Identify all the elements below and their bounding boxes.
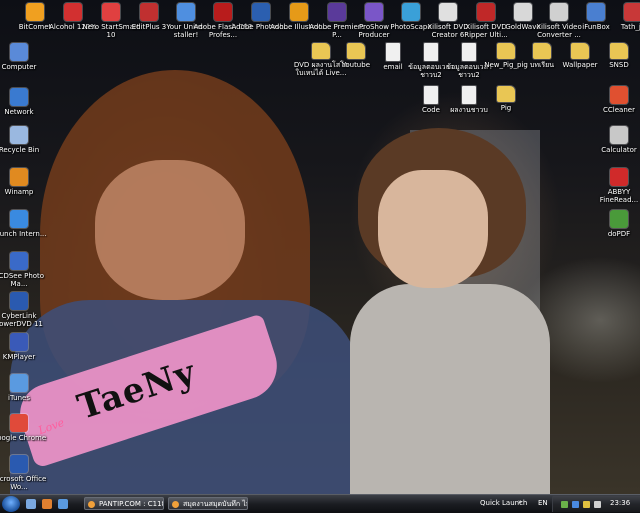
language-indicator[interactable]: EN — [538, 499, 548, 507]
desktop-icon-label: iTunes — [8, 394, 30, 402]
quick-launch-icon[interactable] — [26, 499, 36, 509]
document-icon — [386, 43, 400, 61]
desktop-icon-label: Pig — [500, 104, 512, 112]
desktop-icon[interactable]: SNSD — [588, 43, 640, 69]
desktop-icon-label: Tath_ja — [620, 23, 640, 31]
wallpaper-figure-right-face — [378, 170, 488, 288]
desktop-icon-label: ABBYY FineRead... — [599, 188, 639, 204]
desktop-icon[interactable]: Winamp — [0, 168, 50, 196]
internet-explorer-icon — [10, 210, 28, 228]
tray-icon[interactable] — [594, 501, 601, 508]
tray-icon[interactable] — [561, 501, 568, 508]
desktop-icon-label: Recycle Bin — [0, 146, 40, 154]
desktop-icon-label: Network — [4, 108, 34, 116]
tray-icon[interactable] — [572, 501, 579, 508]
start-button[interactable] — [2, 496, 20, 512]
word-icon — [10, 455, 28, 473]
powerdvd-icon — [10, 292, 28, 310]
desktop-icon-label: Google Chrome — [0, 434, 47, 442]
folder-icon — [571, 43, 589, 59]
taskbar-button[interactable]: สมุดงานสมุดบันทึก ไม่มี... — [168, 497, 248, 510]
wallpaper-figure-left-face — [95, 160, 245, 300]
itunes-icon — [10, 374, 28, 392]
desktop-icon[interactable]: ACDSee Photo Ma... — [0, 252, 50, 288]
desktop-icon[interactable]: iTunes — [0, 374, 50, 402]
folder-icon — [497, 86, 515, 102]
acdsee-icon — [10, 252, 28, 270]
desktop-icon[interactable]: Calculator — [588, 126, 640, 154]
desktop-icon-label: CCleaner — [603, 106, 635, 114]
desktop-icon[interactable]: doPDF — [588, 210, 640, 238]
desktop-icon-label: Calculator — [601, 146, 637, 154]
computer-icon — [10, 43, 28, 61]
desktop-icon-label: KMPlayer — [2, 353, 36, 361]
desktop-icon-label: Launch Intern... — [0, 230, 47, 238]
desktop-icon-label: Winamp — [4, 188, 34, 196]
quick-launch-icon[interactable] — [42, 499, 52, 509]
tray-icon[interactable] — [583, 501, 590, 508]
tath-ja-icon — [624, 3, 640, 21]
winamp-icon — [10, 168, 28, 186]
dopdf-icon — [610, 210, 628, 228]
desktop-icon[interactable]: Launch Intern... — [0, 210, 50, 238]
desktop-icon-label: ACDSee Photo Ma... — [0, 272, 45, 288]
desktop-icon[interactable]: Network — [0, 88, 50, 116]
desktop-icon-label: doPDF — [607, 230, 631, 238]
desktop-icon[interactable]: Recycle Bin — [0, 126, 50, 154]
desktop-icon-label: SNSD — [609, 61, 629, 69]
desktop-icon[interactable]: CCleaner — [588, 86, 640, 114]
desktop-icon[interactable]: Computer — [0, 43, 50, 71]
recycle-bin-icon — [10, 126, 28, 144]
firefox-icon — [88, 501, 95, 508]
desktop-icon[interactable]: CyberLink PowerDVD 11 — [0, 292, 50, 328]
google-chrome-icon — [10, 414, 28, 432]
desktop-icon[interactable]: Tath_ja — [602, 3, 640, 31]
desktop-wallpaper: TaeNy Love BitComet Alcohol 120% Nero Star… — [0, 0, 640, 494]
taskbar-button-label: สมุดงานสมุดบันทึก ไม่มี... — [183, 500, 247, 508]
document-icon — [462, 86, 476, 104]
quick-launch-chevron[interactable]: » — [518, 498, 522, 506]
abbyy-icon — [610, 168, 628, 186]
document-icon — [424, 86, 438, 104]
document-icon — [462, 43, 476, 61]
taskbar: PANTIP.COM : C118... สมุดงานสมุดบันทึก ไม… — [0, 494, 640, 513]
taskbar-button[interactable]: PANTIP.COM : C118... — [84, 497, 164, 510]
quick-launch-icon[interactable] — [58, 499, 68, 509]
desktop-icon[interactable]: ABBYY FineRead... — [588, 168, 640, 204]
desktop-icon-label: Microsoft Office Wo... — [0, 475, 47, 491]
desktop-icon-label: Computer — [1, 63, 37, 71]
taskbar-button-label: PANTIP.COM : C118... — [99, 500, 163, 508]
kmplayer-icon — [10, 333, 28, 351]
network-icon — [10, 88, 28, 106]
desktop-icon[interactable]: Pig — [475, 86, 537, 112]
desktop-icon[interactable]: Microsoft Office Wo... — [0, 455, 50, 491]
firefox-icon — [172, 501, 179, 508]
ccleaner-icon — [610, 86, 628, 104]
document-icon — [424, 43, 438, 61]
wallpaper-figure-right-shirt — [350, 284, 550, 494]
folder-icon — [610, 43, 628, 59]
clock[interactable]: 23:36 — [610, 499, 630, 507]
calculator-icon — [610, 126, 628, 144]
desktop-icon[interactable]: KMPlayer — [0, 333, 50, 361]
desktop-icon-label: CyberLink PowerDVD 11 — [0, 312, 43, 328]
desktop-icon[interactable]: Google Chrome — [0, 414, 50, 442]
